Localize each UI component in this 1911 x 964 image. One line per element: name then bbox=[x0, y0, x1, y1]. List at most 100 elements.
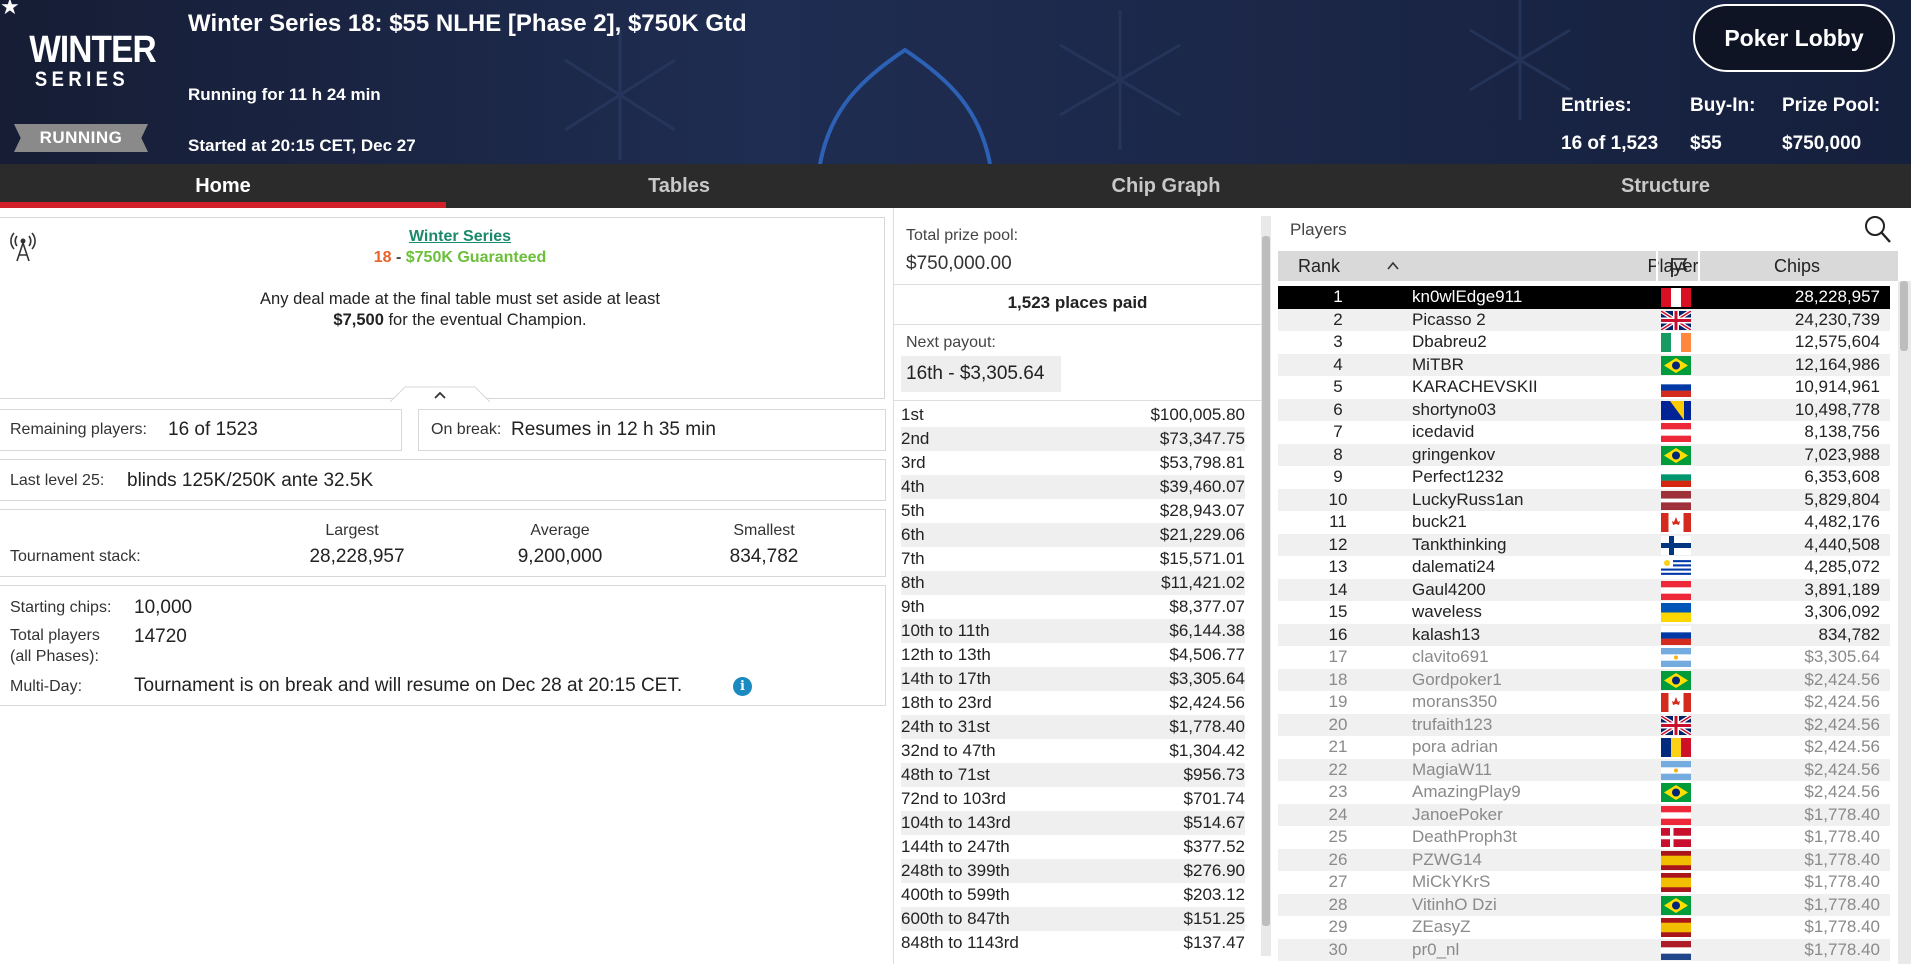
largest-value: 28,228,957 bbox=[309, 546, 405, 567]
flag-icon[interactable] bbox=[1668, 256, 1690, 278]
player-chips: $2,424.56 bbox=[1804, 692, 1880, 711]
argentina-flag-icon bbox=[1661, 648, 1691, 667]
player-row[interactable]: 29 ZEasyZ $1,778.40 bbox=[1278, 916, 1890, 939]
austria-flag-icon bbox=[1661, 805, 1691, 825]
payout-row: 32nd to 47th $1,304.42 bbox=[901, 739, 1245, 763]
payout-amount: $73,347.75 bbox=[1159, 429, 1245, 448]
player-rank: 12 bbox=[1328, 534, 1348, 554]
player-chips: 10,498,778 bbox=[1794, 399, 1880, 419]
player-row[interactable]: 28 VitinhO Dzi $1,778.40 bbox=[1278, 893, 1890, 916]
payout-scrollbar[interactable] bbox=[1261, 216, 1271, 956]
player-name: pora adrian bbox=[1412, 737, 1499, 756]
break-value: Resumes in 12 h 35 min bbox=[511, 419, 716, 440]
player-chips: 7,023,988 bbox=[1804, 444, 1880, 464]
col-chips-header[interactable]: Chips bbox=[1774, 256, 1820, 277]
player-row[interactable]: 18 Gordpoker1 $2,424.56 bbox=[1278, 668, 1890, 691]
brazil-flag-icon bbox=[1661, 670, 1691, 690]
prizepool-value: $750,000 bbox=[1782, 133, 1862, 154]
player-row[interactable]: 11 buck21 4,482,176 bbox=[1278, 511, 1890, 534]
tab-chip-graph[interactable]: Chip Graph bbox=[912, 164, 1420, 208]
player-row[interactable]: 5 KARACHEVSKII 10,914,961 bbox=[1278, 376, 1890, 399]
player-row[interactable]: 14 Gaul4200 3,891,189 bbox=[1278, 578, 1890, 601]
player-chips: $2,424.56 bbox=[1804, 782, 1880, 801]
players-title: Players bbox=[1290, 220, 1347, 239]
player-row[interactable]: 25 DeathProph3t $1,778.40 bbox=[1278, 826, 1890, 849]
player-row[interactable]: 10 LuckyRuss1an 5,829,804 bbox=[1278, 488, 1890, 511]
tab-tables[interactable]: Tables bbox=[446, 164, 912, 208]
player-name: LuckyRuss1an bbox=[1412, 489, 1524, 509]
tab-structure[interactable]: Structure bbox=[1420, 164, 1911, 208]
player-row[interactable]: 23 AmazingPlay9 $2,424.56 bbox=[1278, 781, 1890, 804]
player-chips: 4,482,176 bbox=[1804, 512, 1880, 531]
payout-place: 848th to 1143rd bbox=[901, 933, 1019, 952]
denmark-flag-icon bbox=[1661, 828, 1691, 847]
payout-amount: $4,506.77 bbox=[1169, 645, 1245, 664]
break-status-box: On break: Resumes in 12 h 35 min bbox=[418, 409, 886, 451]
scrollbar-thumb[interactable] bbox=[1262, 236, 1270, 926]
player-row[interactable]: 3 Dbabreu2 12,575,604 bbox=[1278, 331, 1890, 354]
player-row[interactable]: 20 trufaith123 $2,424.56 bbox=[1278, 713, 1890, 736]
player-chips: 6,353,608 bbox=[1804, 467, 1880, 486]
payout-place: 72nd to 103rd bbox=[901, 789, 1006, 808]
starting-chips-value: 10,000 bbox=[134, 597, 193, 618]
player-row[interactable]: 24 JanoePoker $1,778.40 bbox=[1278, 803, 1890, 826]
payout-amount: $514.67 bbox=[1183, 813, 1245, 832]
player-row[interactable]: 2 Picasso 2 24,230,739 bbox=[1278, 308, 1890, 331]
level-box: Last level 25: blinds 125K/250K ante 32.… bbox=[0, 459, 886, 501]
player-row[interactable]: 17 clavito691 $3,305.64 bbox=[1278, 646, 1890, 669]
player-row[interactable]: 21 pora adrian $2,424.56 bbox=[1278, 736, 1890, 759]
player-rank: 16 bbox=[1328, 624, 1348, 644]
payout-row: 9th $8,377.07 bbox=[901, 595, 1245, 619]
payout-place: 14th to 17th bbox=[901, 669, 991, 688]
player-row[interactable]: 16 kalash13 834,782 bbox=[1278, 623, 1890, 646]
brazil-flag-icon bbox=[1661, 783, 1691, 802]
poker-lobby-button[interactable]: Poker Lobby bbox=[1693, 4, 1895, 72]
player-row[interactable]: 26 PZWG14 $1,778.40 bbox=[1278, 848, 1890, 871]
uk-flag-icon bbox=[1661, 310, 1691, 330]
scrollbar-thumb[interactable] bbox=[1900, 281, 1908, 351]
star-icon[interactable]: ★ bbox=[0, 0, 20, 18]
info-icon[interactable]: i bbox=[733, 677, 752, 696]
player-row[interactable]: 8 gringenkov 7,023,988 bbox=[1278, 443, 1890, 466]
player-row[interactable]: 7 icedavid 8,138,756 bbox=[1278, 421, 1890, 444]
player-row[interactable]: 9 Perfect1232 6,353,608 bbox=[1278, 466, 1890, 489]
player-row[interactable]: 27 MiCkYKrS $1,778.40 bbox=[1278, 871, 1890, 894]
player-name: waveless bbox=[1412, 602, 1482, 621]
payout-row: 10th to 11th $6,144.38 bbox=[901, 619, 1245, 643]
player-row[interactable]: 22 MagiaW11 $2,424.56 bbox=[1278, 758, 1890, 781]
collapse-tab[interactable] bbox=[390, 385, 490, 403]
player-chips: 3,306,092 bbox=[1804, 602, 1880, 621]
search-icon[interactable] bbox=[1864, 215, 1892, 245]
player-rank: 3 bbox=[1333, 332, 1343, 351]
player-row[interactable]: 19 morans350 $2,424.56 bbox=[1278, 691, 1890, 714]
payout-place: 248th to 399th bbox=[901, 861, 1010, 880]
player-row[interactable]: 1 kn0wlEdge911 28,228,957 bbox=[1278, 286, 1890, 309]
player-rank: 9 bbox=[1333, 467, 1343, 486]
players-scrollbar[interactable] bbox=[1898, 281, 1911, 964]
player-name: Perfect1232 bbox=[1412, 467, 1504, 486]
romania-flag-icon bbox=[1661, 738, 1691, 757]
player-rank: 1 bbox=[1333, 287, 1343, 306]
payout-amount: $151.25 bbox=[1183, 909, 1245, 928]
player-row[interactable]: 12 Tankthinking 4,440,508 bbox=[1278, 533, 1890, 556]
winter-series-link[interactable]: Winter Series bbox=[409, 228, 511, 245]
spain-flag-icon bbox=[1661, 918, 1691, 937]
payout-row: 14th to 17th $3,305.64 bbox=[901, 667, 1245, 691]
payout-row: 72nd to 103rd $701.74 bbox=[901, 787, 1245, 811]
total-prize-label: Total prize pool: bbox=[906, 227, 1019, 244]
player-rank: 24 bbox=[1328, 804, 1348, 824]
player-row[interactable]: 13 dalemati24 4,285,072 bbox=[1278, 556, 1890, 579]
player-row[interactable]: 15 waveless 3,306,092 bbox=[1278, 601, 1890, 624]
player-row[interactable]: 30 pr0_nl $1,778.40 bbox=[1278, 938, 1890, 961]
player-rank: 21 bbox=[1328, 737, 1348, 756]
player-row[interactable]: 6 shortyno03 10,498,778 bbox=[1278, 398, 1890, 421]
player-rank: 8 bbox=[1333, 444, 1343, 464]
player-chips: $1,778.40 bbox=[1804, 804, 1880, 824]
payout-place: 48th to 71st bbox=[901, 765, 990, 784]
payout-row: 12th to 13th $4,506.77 bbox=[901, 643, 1245, 667]
payout-amount: $2,424.56 bbox=[1169, 693, 1245, 712]
payout-row: 104th to 143rd $514.67 bbox=[901, 811, 1245, 835]
payout-place: 4th bbox=[901, 477, 925, 496]
player-chips: $2,424.56 bbox=[1804, 669, 1880, 689]
player-row[interactable]: 4 MiTBR 12,164,986 bbox=[1278, 353, 1890, 376]
